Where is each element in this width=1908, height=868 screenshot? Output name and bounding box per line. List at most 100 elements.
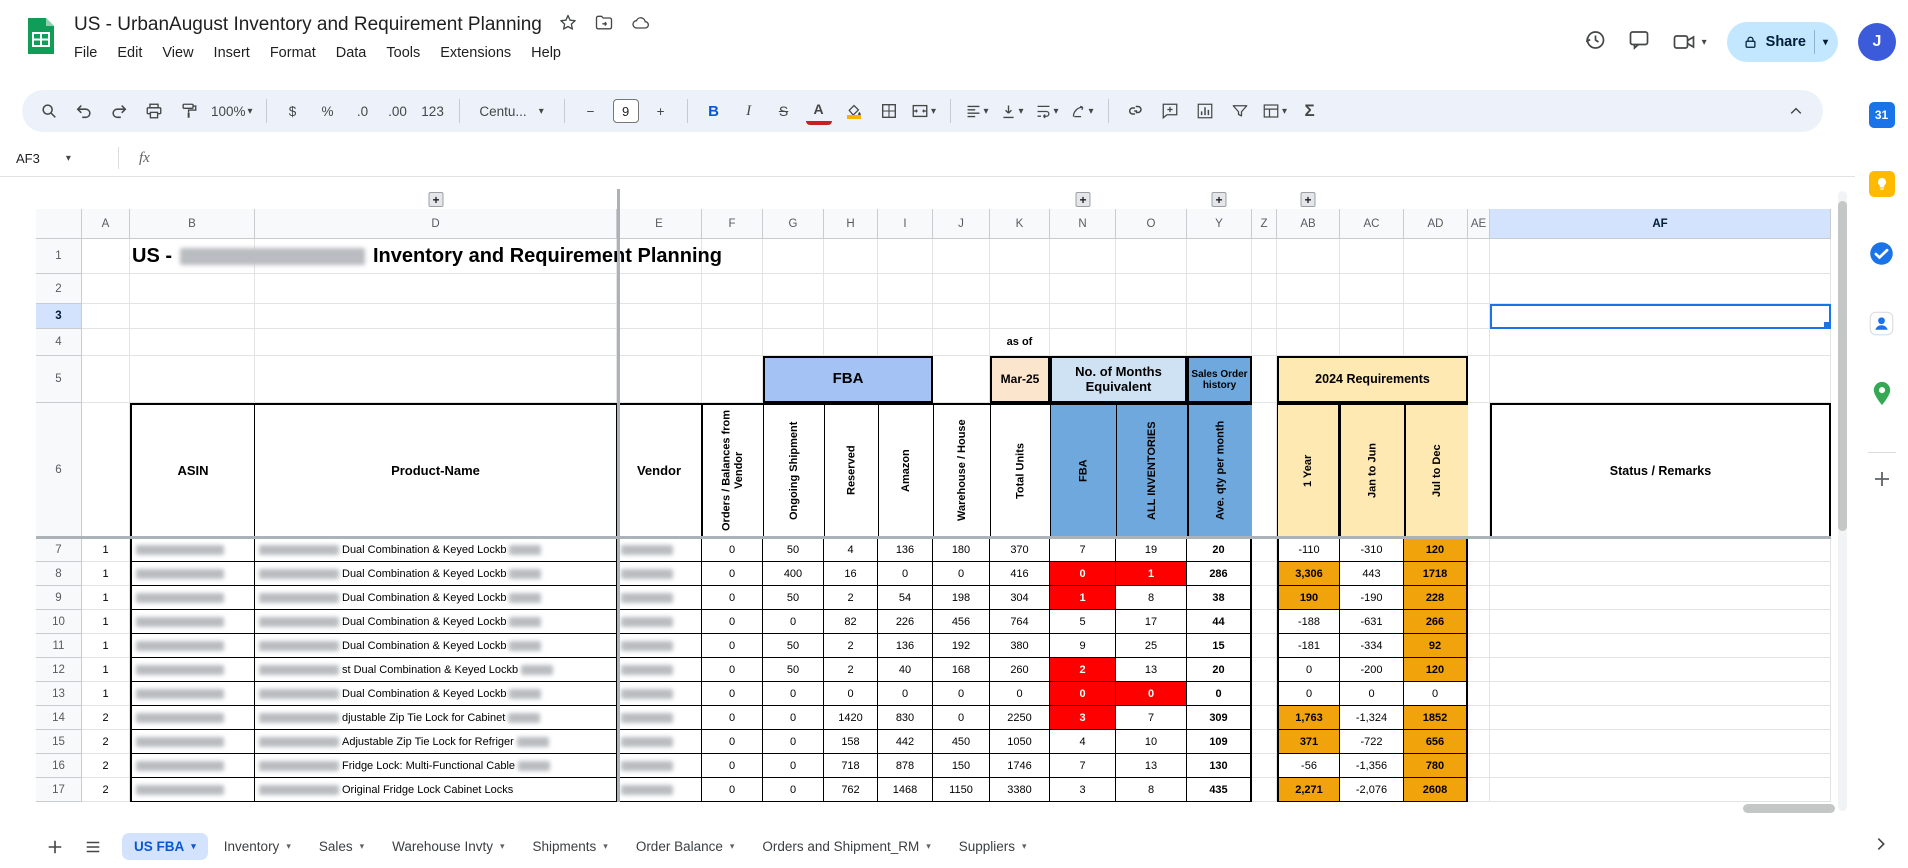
cell-I15[interactable]: 442 (878, 730, 933, 754)
header-avg-qty[interactable]: Ave. qty per month (1187, 403, 1252, 538)
cell-Z6[interactable] (1252, 403, 1277, 538)
cell-H1[interactable] (824, 239, 878, 274)
cell-H2[interactable] (824, 274, 878, 304)
tab-dropdown-icon[interactable]: ▾ (360, 841, 365, 852)
cell-I16[interactable]: 878 (878, 754, 933, 778)
row-header-17[interactable]: 17 (36, 778, 82, 802)
cell-F5[interactable] (702, 356, 763, 403)
column-header-Y[interactable]: Y (1187, 209, 1252, 239)
cell-A1[interactable] (82, 239, 130, 274)
frozen-rows-divider[interactable] (36, 536, 1831, 539)
cell-N10[interactable]: 5 (1050, 610, 1116, 634)
menu-view[interactable]: View (152, 42, 203, 64)
cell-AB17[interactable]: 2,271 (1277, 778, 1340, 802)
row-header-9[interactable]: 9 (36, 586, 82, 610)
cell-E7[interactable] (617, 538, 702, 562)
column-header-F[interactable]: F (702, 209, 763, 239)
row-header-5[interactable]: 5 (36, 356, 82, 403)
cell-AF5[interactable] (1490, 356, 1831, 403)
cell-Y16[interactable]: 130 (1187, 754, 1252, 778)
unhide-columns-button[interactable]: + (1300, 192, 1316, 207)
cell-AE8[interactable] (1468, 562, 1490, 586)
merge-cells-button[interactable]: ▾ (911, 97, 937, 125)
contacts-icon[interactable] (1868, 310, 1895, 337)
account-avatar[interactable]: J (1858, 23, 1896, 61)
column-header-O[interactable]: O (1116, 209, 1187, 239)
column-header-K[interactable]: K (990, 209, 1050, 239)
document-title[interactable]: US - UrbanAugust Inventory and Requireme… (74, 14, 542, 36)
header-jan-jun[interactable]: Jan to Jun (1340, 403, 1404, 538)
cell-H8[interactable]: 16 (824, 562, 878, 586)
cell-AB3[interactable] (1277, 304, 1340, 329)
name-box-dropdown-icon[interactable]: ▾ (66, 153, 71, 164)
insert-chart-icon[interactable] (1192, 97, 1218, 125)
cell-E3[interactable] (617, 304, 702, 329)
paint-format-icon[interactable] (176, 97, 202, 125)
vertical-align-button[interactable]: ▾ (999, 97, 1025, 125)
cell-AE4[interactable] (1468, 329, 1490, 356)
cell-I9[interactable]: 54 (878, 586, 933, 610)
cell-D14[interactable]: djustable Zip Tie Lock for Cabinet (255, 706, 617, 730)
cell-H7[interactable]: 4 (824, 538, 878, 562)
cell-AD16[interactable]: 780 (1404, 754, 1468, 778)
cell-O1[interactable] (1116, 239, 1187, 274)
cell-A16[interactable]: 2 (82, 754, 130, 778)
cell-AC2[interactable] (1340, 274, 1404, 304)
cell-G8[interactable]: 400 (763, 562, 824, 586)
cell-J3[interactable] (933, 304, 990, 329)
header-amazon[interactable]: Amazon (878, 403, 933, 538)
cell-Y9[interactable]: 38 (1187, 586, 1252, 610)
cell-K9[interactable]: 304 (990, 586, 1050, 610)
header-ongoing-shipment[interactable]: Ongoing Shipment (763, 403, 824, 538)
vertical-scrollbar[interactable] (1838, 191, 1847, 811)
cell-AB11[interactable]: -181 (1277, 634, 1340, 658)
text-wrap-button[interactable]: ▾ (1034, 97, 1060, 125)
cell-F13[interactable]: 0 (702, 682, 763, 706)
share-dropdown-icon[interactable]: ▾ (1823, 37, 1828, 48)
cell-I17[interactable]: 1468 (878, 778, 933, 802)
header-orders-balances[interactable]: Orders / Balances from Vendor (702, 403, 763, 538)
row-header-12[interactable]: 12 (36, 658, 82, 682)
cell-Y13[interactable]: 0 (1187, 682, 1252, 706)
cell-D2[interactable] (255, 274, 617, 304)
cell-G15[interactable]: 0 (763, 730, 824, 754)
cell-AE3[interactable] (1468, 304, 1490, 329)
cell-AC17[interactable]: -2,076 (1340, 778, 1404, 802)
cell-H13[interactable]: 0 (824, 682, 878, 706)
cell-B7[interactable] (130, 538, 255, 562)
cell-AF17[interactable] (1490, 778, 1831, 802)
horizontal-align-button[interactable]: ▾ (964, 97, 990, 125)
increase-decimal-button[interactable]: .00 (385, 97, 411, 125)
cell-H16[interactable]: 718 (824, 754, 878, 778)
banner-2024-requirements[interactable]: 2024 Requirements (1277, 356, 1468, 403)
all-sheets-icon[interactable] (84, 838, 102, 856)
column-header-I[interactable]: I (878, 209, 933, 239)
redo-icon[interactable] (106, 97, 132, 125)
cell-Z14[interactable] (1252, 706, 1277, 730)
cell-O4[interactable] (1116, 329, 1187, 356)
row-header-6[interactable]: 6 (36, 403, 82, 538)
cell-AB4[interactable] (1277, 329, 1340, 356)
cell-D8[interactable]: Dual Combination & Keyed Lockb (255, 562, 617, 586)
cell-F15[interactable]: 0 (702, 730, 763, 754)
cell-N8[interactable]: 0 (1050, 562, 1116, 586)
row-header-15[interactable]: 15 (36, 730, 82, 754)
cell-K15[interactable]: 1050 (990, 730, 1050, 754)
cell-Y15[interactable]: 109 (1187, 730, 1252, 754)
cell-J2[interactable] (933, 274, 990, 304)
cell-J4[interactable] (933, 329, 990, 356)
header-jul-dec[interactable]: Jul to Dec (1404, 403, 1468, 538)
cell-E5[interactable] (617, 356, 702, 403)
calendar-icon[interactable]: 31 (1868, 102, 1895, 128)
cell-D10[interactable]: Dual Combination & Keyed Lockb (255, 610, 617, 634)
cell-J14[interactable]: 0 (933, 706, 990, 730)
undo-icon[interactable] (71, 97, 97, 125)
cell-N11[interactable]: 9 (1050, 634, 1116, 658)
insert-comment-icon[interactable] (1157, 97, 1183, 125)
cell-K16[interactable]: 1746 (990, 754, 1050, 778)
cell-E11[interactable] (617, 634, 702, 658)
tab-dropdown-icon[interactable]: ▾ (926, 841, 931, 852)
as-of-label[interactable]: as of (990, 329, 1050, 356)
cell-K14[interactable]: 2250 (990, 706, 1050, 730)
cell-AB10[interactable]: -188 (1277, 610, 1340, 634)
